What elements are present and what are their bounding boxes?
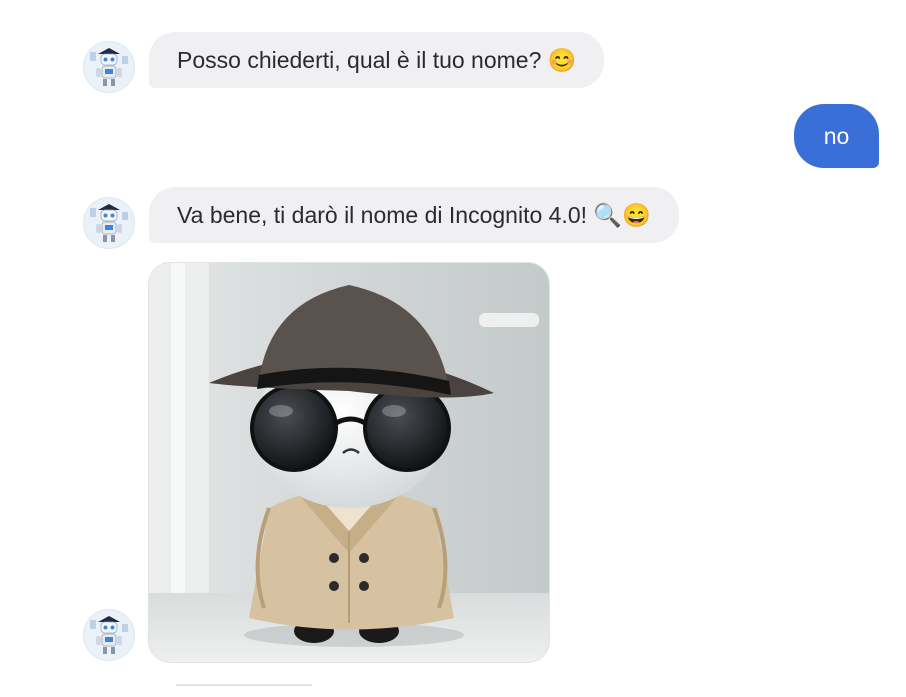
bot-message-bubble: Posso chiederti, qual è il tuo nome? 😊 bbox=[149, 32, 605, 88]
bot-avatar bbox=[83, 41, 135, 93]
message-text: no bbox=[823, 122, 850, 149]
robot-avatar-icon bbox=[90, 204, 128, 242]
user-message-bubble: no bbox=[794, 104, 879, 168]
bot-avatar bbox=[83, 197, 135, 249]
bot-image-message[interactable] bbox=[148, 262, 550, 663]
bot-message-bubble: Va bene, ti darò il nome di Incognito 4.… bbox=[149, 187, 679, 243]
bot-avatar bbox=[83, 609, 135, 661]
bottom-divider bbox=[176, 684, 312, 686]
message-text: Posso chiederti, qual è il tuo nome? 😊 bbox=[177, 47, 577, 73]
message-text: Va bene, ti darò il nome di Incognito 4.… bbox=[177, 202, 651, 228]
robot-avatar-icon bbox=[90, 48, 128, 86]
detective-character-image bbox=[149, 263, 549, 662]
robot-avatar-icon bbox=[90, 616, 128, 654]
